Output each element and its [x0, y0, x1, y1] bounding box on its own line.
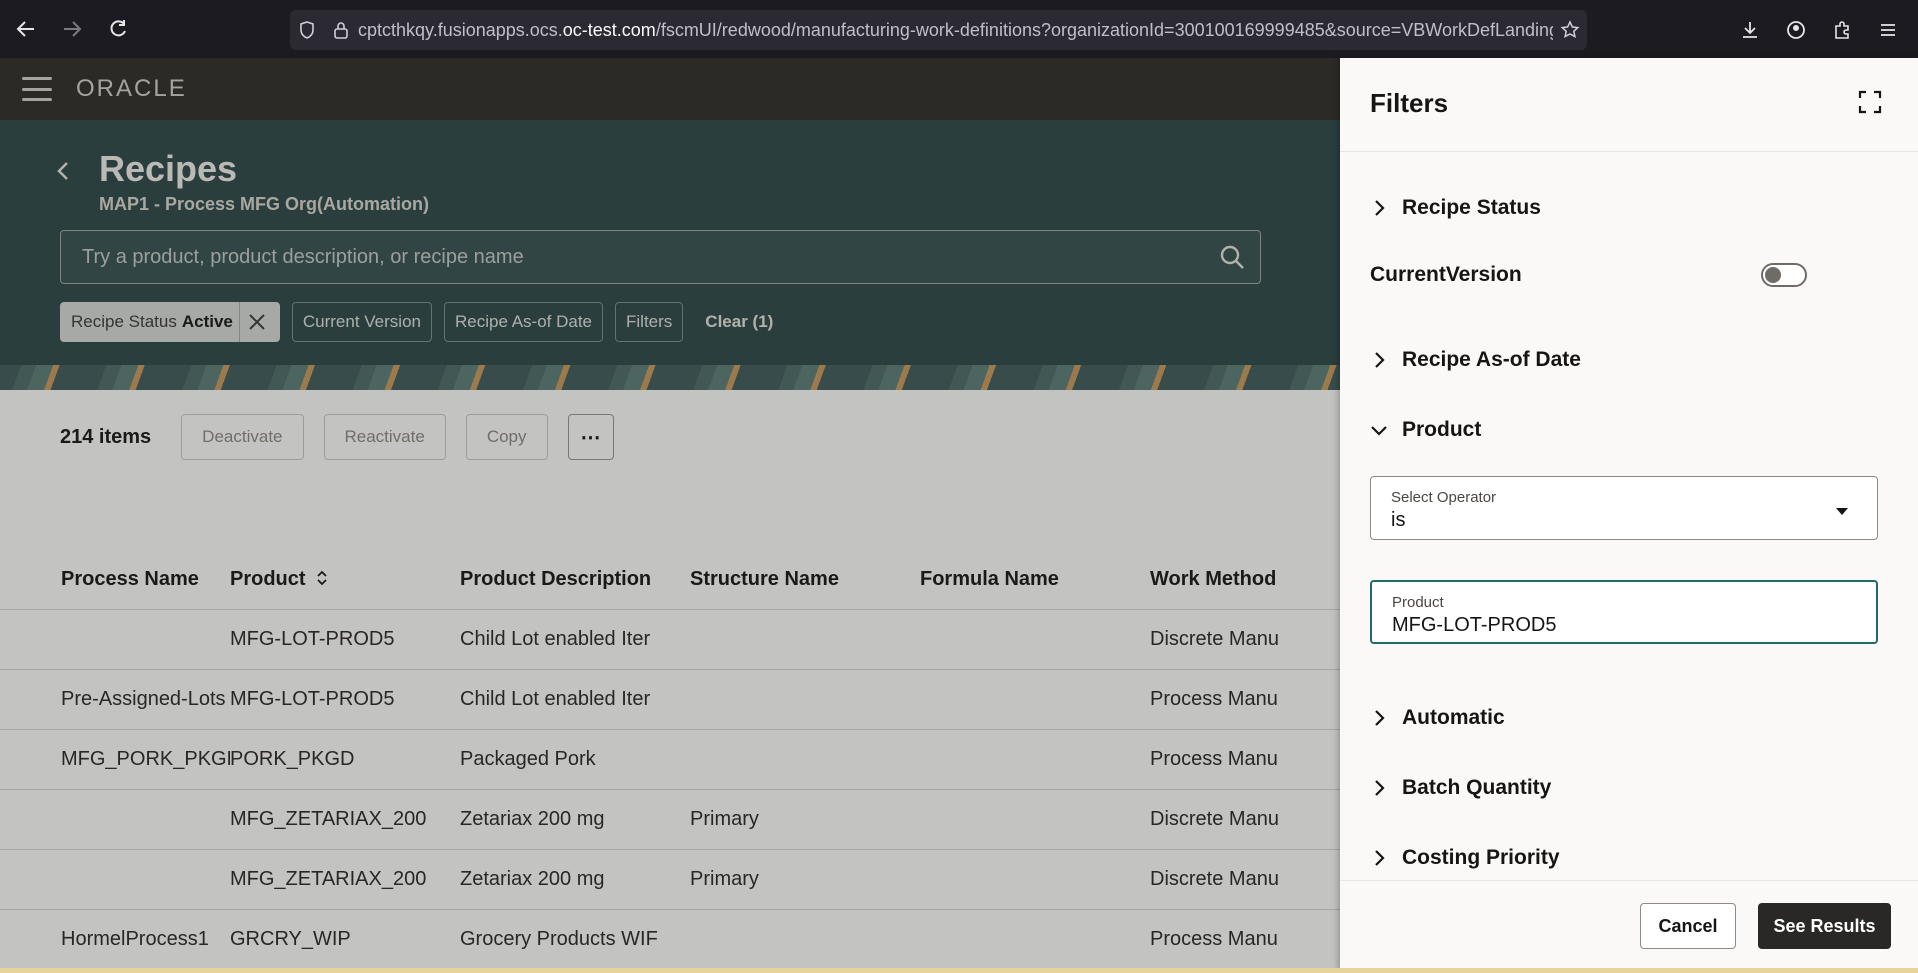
- extensions-icon[interactable]: [1822, 10, 1862, 50]
- section-label: Recipe Status: [1402, 196, 1541, 219]
- drawer-title: Filters: [1370, 88, 1449, 118]
- chevron-right-icon: [1370, 779, 1388, 797]
- modal-scrim[interactable]: [0, 58, 1340, 973]
- operator-select[interactable]: Select Operator is: [1370, 476, 1878, 540]
- bookmark-star-icon[interactable]: [1553, 10, 1587, 50]
- reload-icon[interactable]: [98, 9, 138, 49]
- field-value: is: [1391, 509, 1406, 531]
- section-label: Batch Quantity: [1402, 776, 1552, 799]
- chevron-right-icon: [1370, 199, 1388, 217]
- url-path: /fscmUI/redwood/manufacturing-work-defin…: [655, 19, 1553, 40]
- product-input[interactable]: MFG-LOT-PROD5: [1392, 614, 1556, 637]
- menu-icon[interactable]: [1868, 10, 1908, 50]
- forward-icon[interactable]: [52, 9, 92, 49]
- section-label: Automatic: [1402, 706, 1505, 729]
- product-field[interactable]: Product MFG-LOT-PROD5: [1370, 580, 1878, 644]
- section-recipe-status[interactable]: Recipe Status: [1370, 196, 1541, 220]
- current-version-toggle[interactable]: [1761, 263, 1807, 287]
- current-version-label: CurrentVersion: [1370, 263, 1522, 287]
- field-label: Select Operator: [1391, 489, 1497, 506]
- section-as-of-date[interactable]: Recipe As-of Date: [1370, 348, 1581, 372]
- section-batch-quantity[interactable]: Batch Quantity: [1370, 776, 1551, 800]
- back-icon[interactable]: [6, 9, 46, 49]
- section-label: Recipe As-of Date: [1402, 348, 1581, 371]
- lock-icon[interactable]: [324, 10, 358, 50]
- field-label: Product: [1392, 594, 1444, 611]
- chevron-right-icon: [1370, 351, 1388, 369]
- drawer-footer: Cancel See Results: [1340, 880, 1918, 970]
- expand-icon[interactable]: [1858, 90, 1882, 114]
- chevron-right-icon: [1370, 849, 1388, 867]
- dropdown-caret-icon[interactable]: [1835, 503, 1849, 521]
- account-icon[interactable]: [1776, 10, 1816, 50]
- browser-toolbar: cptcthkqy.fusionapps.ocs.oc-test.com/fsc…: [0, 0, 1918, 58]
- address-bar[interactable]: cptcthkqy.fusionapps.ocs.oc-test.com/fsc…: [290, 10, 1587, 50]
- download-icon[interactable]: [1730, 10, 1770, 50]
- section-label: Product: [1402, 418, 1482, 441]
- shield-icon[interactable]: [290, 10, 324, 50]
- chevron-down-icon: [1370, 421, 1388, 439]
- toggle-label: CurrentVersion: [1370, 263, 1522, 286]
- url-text[interactable]: cptcthkqy.fusionapps.ocs.oc-test.com/fsc…: [358, 20, 1553, 41]
- url-prefix: cptcthkqy.fusionapps.ocs.: [358, 19, 563, 40]
- section-product[interactable]: Product: [1370, 418, 1481, 442]
- drawer-header: Filters: [1340, 58, 1918, 152]
- section-label: Costing Priority: [1402, 846, 1560, 869]
- toggle-knob: [1765, 267, 1781, 283]
- url-domain: oc-test.com: [562, 19, 656, 40]
- filters-drawer: Filters Recipe Status CurrentVersion Rec…: [1340, 58, 1918, 970]
- chevron-right-icon: [1370, 709, 1388, 727]
- bottom-strip: [0, 968, 1918, 973]
- section-costing-priority[interactable]: Costing Priority: [1370, 846, 1560, 870]
- section-automatic[interactable]: Automatic: [1370, 706, 1505, 730]
- see-results-button[interactable]: See Results: [1758, 903, 1891, 949]
- cancel-button[interactable]: Cancel: [1640, 903, 1736, 949]
